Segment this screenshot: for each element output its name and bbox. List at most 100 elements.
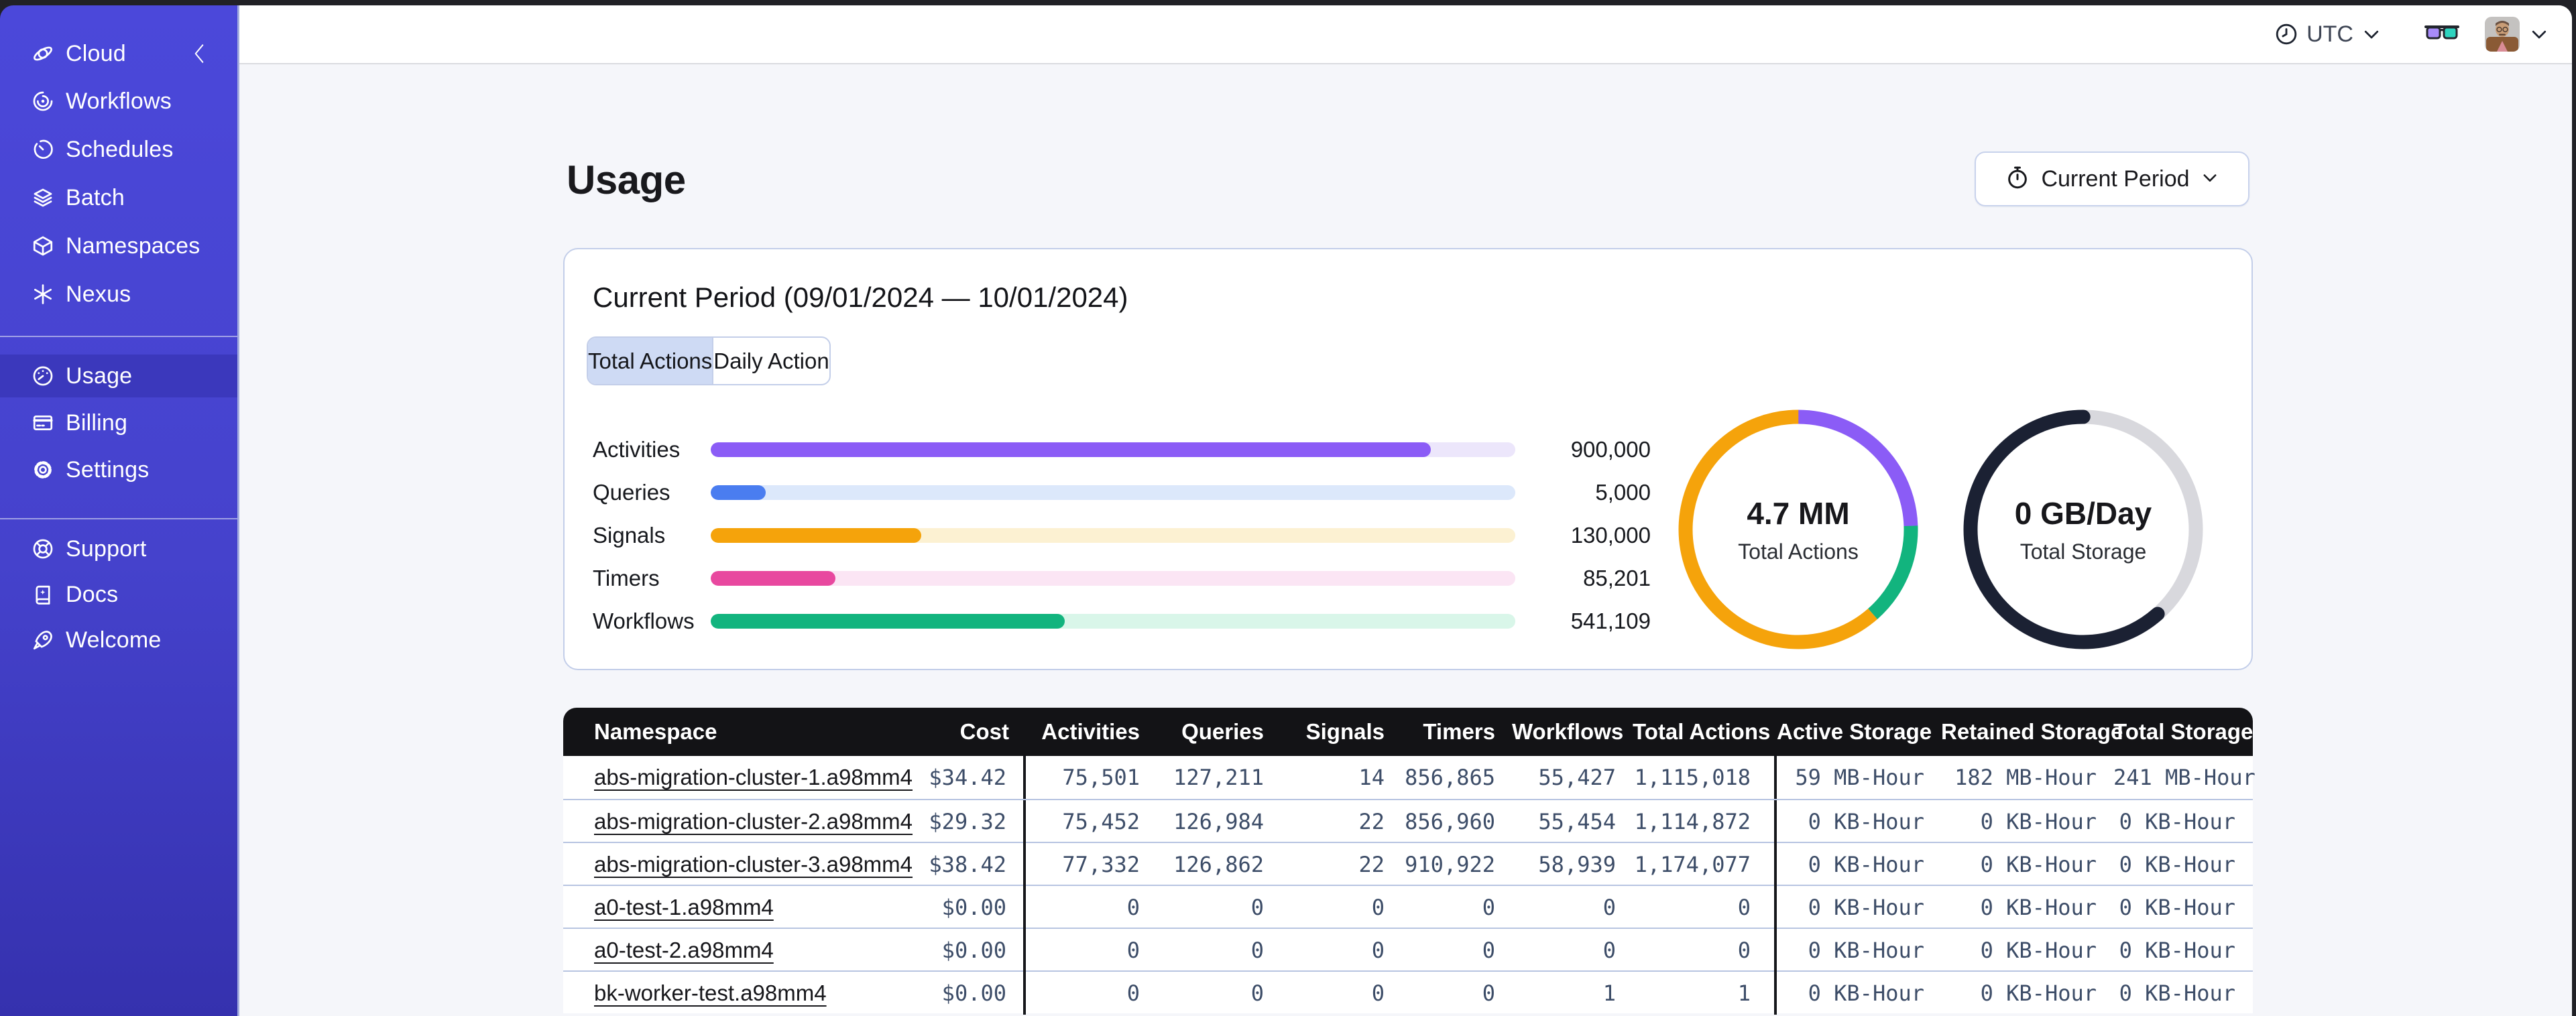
cell-active-storage: 0 KB-Hour	[1808, 895, 1924, 920]
column-header-retained-storage: Retained Storage	[1941, 719, 2123, 744]
cell-workflows: 0	[1602, 895, 1616, 920]
welcome-rocket-icon	[32, 629, 54, 651]
bar-row-queries: Queries 5,000	[593, 471, 1651, 514]
table-row: bk-worker-test.a98mm4 $0.00 0 0 0 0 1 1 …	[563, 970, 2253, 1015]
sidebar-item-namespaces[interactable]: Namespaces	[0, 225, 237, 267]
cell-total-storage: 0 KB-Hour	[2119, 895, 2235, 920]
usage-card: Current Period (09/01/2024 — 10/01/2024)…	[563, 248, 2253, 670]
namespace-link[interactable]: a0-test-1.a98mm4	[594, 895, 774, 919]
sidebar-item-welcome[interactable]: Welcome	[0, 619, 237, 661]
cell-retained-storage: 0 KB-Hour	[1980, 809, 2097, 834]
chevron-down-icon[interactable]	[2529, 24, 2549, 44]
glasses-icon[interactable]	[2424, 23, 2459, 46]
cell-cost: $0.00	[898, 972, 1026, 1015]
tab-total-actions[interactable]: Total Actions	[588, 338, 714, 384]
bar-value: 5,000	[1595, 480, 1651, 505]
total-actions-donut: 4.7 MM Total Actions	[1671, 402, 1926, 657]
bar-value: 900,000	[1570, 437, 1651, 462]
sidebar-item-docs[interactable]: Docs	[0, 573, 237, 616]
bar-label: Signals	[593, 523, 666, 548]
namespace-link[interactable]: abs-migration-cluster-2.a98mm4	[594, 809, 913, 834]
sidebar-item-workflows[interactable]: Workflows	[0, 80, 237, 123]
table-row: a0-test-1.a98mm4 $0.00 0 0 0 0 0 0 0 KB-…	[563, 885, 2253, 929]
cell-retained-storage: 0 KB-Hour	[1980, 895, 2097, 920]
total-storage-value: 0 GB/Day	[2014, 495, 2152, 531]
sidebar-item-schedules[interactable]: Schedules	[0, 128, 237, 171]
cell-signals: 14	[1358, 765, 1385, 790]
cell-cost: $0.00	[898, 929, 1026, 972]
cell-active-storage: 0 KB-Hour	[1808, 852, 1924, 877]
sidebar-item-usage[interactable]: Usage	[0, 355, 237, 397]
cell-total-storage: 0 KB-Hour	[2119, 809, 2235, 834]
period-selector-button[interactable]: Current Period	[1975, 151, 2249, 206]
bar-value: 130,000	[1570, 523, 1651, 548]
cell-timers: 0	[1482, 895, 1495, 920]
namespace-link[interactable]: bk-worker-test.a98mm4	[594, 980, 827, 1005]
cell-queries: 0	[1250, 938, 1264, 963]
column-header-namespace: Namespace	[594, 719, 717, 744]
cell-retained-storage: 0 KB-Hour	[1980, 980, 2097, 1006]
total-storage-label: Total Storage	[2019, 539, 2147, 564]
cell-cost: $29.32	[898, 800, 1026, 843]
cell-signals: 0	[1371, 938, 1385, 963]
cell-retained-storage: 0 KB-Hour	[1980, 852, 2097, 877]
namespace-link[interactable]: abs-migration-cluster-1.a98mm4	[594, 765, 913, 789]
cell-queries: 0	[1250, 980, 1264, 1006]
bar-label: Timers	[593, 566, 660, 590]
cell-cost: $38.42	[898, 843, 1026, 886]
sidebar-item-cloud[interactable]: Cloud	[0, 32, 237, 75]
bar-label: Workflows	[593, 609, 695, 633]
bar-value: 85,201	[1583, 566, 1651, 590]
billing-card-icon	[32, 411, 54, 434]
timezone-selector[interactable]: UTC	[2274, 21, 2382, 48]
sidebar-item-label: Nexus	[66, 281, 131, 307]
cell-signals: 0	[1371, 895, 1385, 920]
sidebar-item-nexus[interactable]: Nexus	[0, 273, 237, 316]
column-header-active-storage: Active Storage	[1777, 719, 1932, 744]
cell-total-actions: 1,114,872	[1633, 800, 1777, 843]
tab-daily-actions[interactable]: Daily Actions	[713, 338, 829, 384]
avatar[interactable]	[2485, 17, 2520, 52]
column-header-activities: Activities	[1041, 719, 1140, 744]
cell-signals: 22	[1358, 852, 1385, 877]
bar-track	[711, 528, 1515, 543]
bar-value: 541,109	[1570, 609, 1651, 633]
cell-workflows: 55,454	[1538, 809, 1616, 834]
cell-timers: 856,865	[1405, 765, 1495, 790]
clock-icon	[2274, 22, 2298, 46]
cell-workflows: 1	[1602, 980, 1616, 1006]
sidebar-item-label: Cloud	[66, 40, 126, 66]
namespaces-cube-icon	[32, 235, 54, 257]
column-header-total-storage: Total Storage	[2113, 719, 2253, 744]
column-header-cost: Cost	[959, 719, 1009, 744]
bar-fill	[711, 614, 1065, 629]
sidebar-item-support[interactable]: Support	[0, 527, 237, 570]
cell-total-actions: 1,115,018	[1633, 756, 1777, 799]
namespace-link[interactable]: abs-migration-cluster-3.a98mm4	[594, 852, 913, 877]
cell-signals: 22	[1358, 809, 1385, 834]
sidebar-divider	[0, 518, 237, 519]
cell-timers: 910,922	[1405, 852, 1495, 877]
bar-label: Queries	[593, 480, 670, 505]
cell-total-actions: 0	[1633, 886, 1777, 929]
bar-track	[711, 485, 1515, 500]
collapse-sidebar-icon[interactable]	[190, 42, 208, 66]
table-header-row: Namespace Cost Activities Queries Signal…	[563, 708, 2253, 756]
cell-queries: 127,211	[1173, 765, 1264, 790]
column-header-timers: Timers	[1423, 719, 1495, 744]
cell-total-storage: 0 KB-Hour	[2119, 938, 2235, 963]
bar-track	[711, 571, 1515, 586]
sidebar-item-batch[interactable]: Batch	[0, 176, 237, 219]
docs-book-icon	[32, 583, 54, 606]
cell-activities: 0	[1126, 938, 1140, 963]
cell-total-actions: 1,174,077	[1633, 843, 1777, 886]
cloud-orbit-icon	[32, 42, 54, 65]
namespace-link[interactable]: a0-test-2.a98mm4	[594, 938, 774, 962]
actions-tab-group: Total Actions Daily Actions	[587, 336, 831, 385]
sidebar-item-settings[interactable]: Settings	[0, 448, 237, 491]
schedules-icon	[32, 138, 54, 161]
column-header-queries: Queries	[1181, 719, 1264, 744]
sidebar: Cloud Workflows Schedules Batch Namespac…	[0, 5, 239, 1016]
support-lifebuoy-icon	[32, 537, 54, 560]
sidebar-item-billing[interactable]: Billing	[0, 401, 237, 444]
